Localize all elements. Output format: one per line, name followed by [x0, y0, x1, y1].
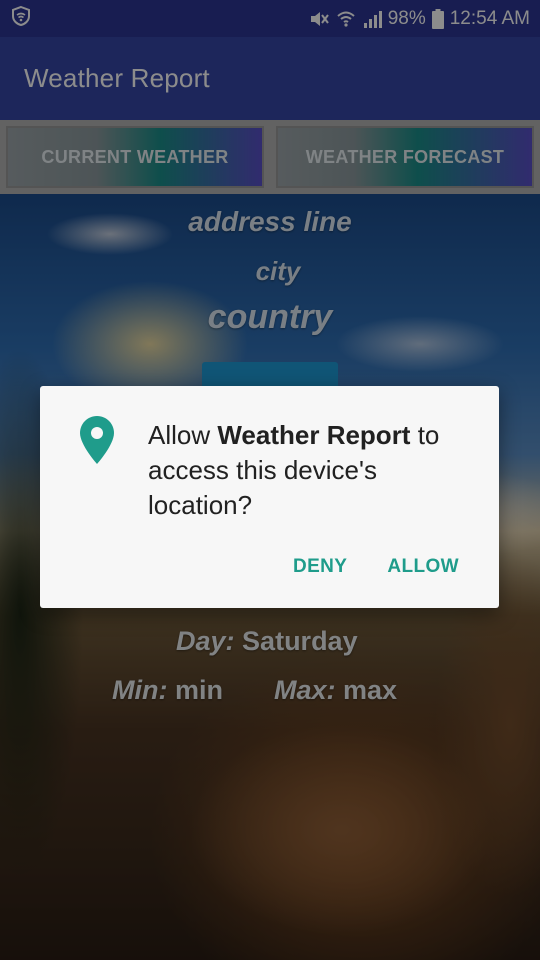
deny-button[interactable]: DENY	[293, 556, 347, 578]
dialog-prefix: Allow	[148, 420, 218, 450]
dialog-actions: DENY ALLOW	[293, 556, 459, 578]
allow-button[interactable]: ALLOW	[387, 556, 459, 578]
dialog-app-name: Weather Report	[217, 420, 411, 450]
location-permission-dialog: Allow Weather Report to access this devi…	[40, 386, 499, 608]
dialog-message: Allow Weather Report to access this devi…	[148, 418, 478, 523]
location-pin-icon	[80, 416, 114, 464]
